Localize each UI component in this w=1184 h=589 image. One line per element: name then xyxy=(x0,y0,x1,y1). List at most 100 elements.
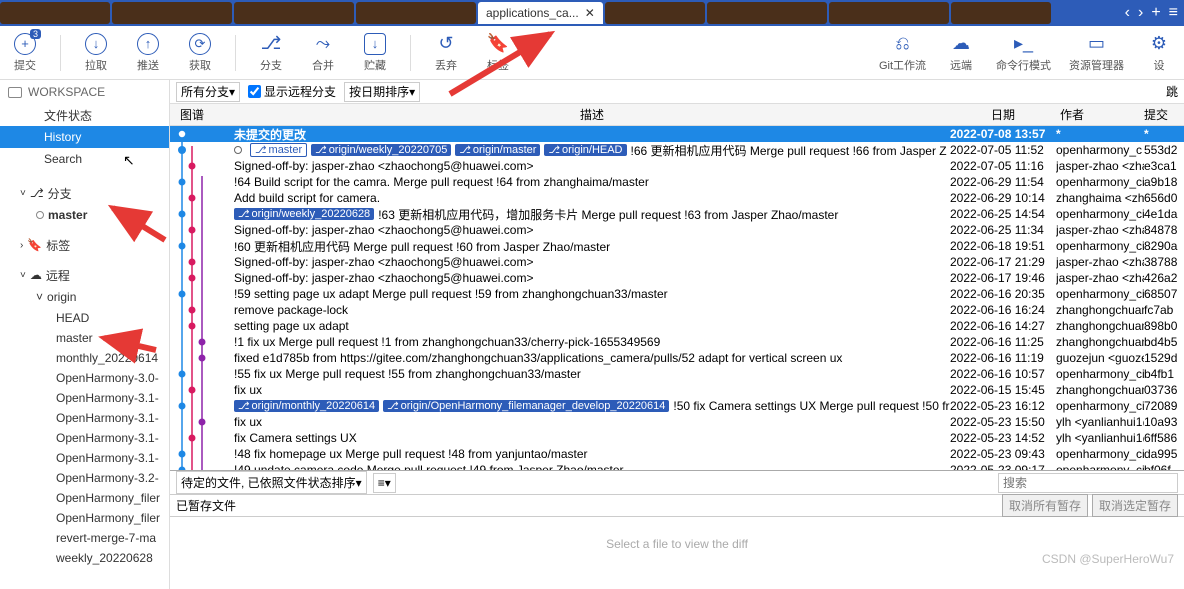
ref-badge[interactable]: ⎇origin/weekly_20220628 xyxy=(234,208,374,220)
sidebar-remote-item[interactable]: OpenHarmony_filer xyxy=(0,508,169,528)
sidebar-remote-item[interactable]: OpenHarmony-3.1- xyxy=(0,428,169,448)
ref-badge[interactable]: ⎇origin/OpenHarmony_filemanager_develop_… xyxy=(383,400,669,412)
jump-button[interactable]: 跳 xyxy=(1166,83,1178,100)
header-date[interactable]: 日期 xyxy=(950,106,1056,123)
tab-redacted[interactable] xyxy=(605,2,705,24)
commit-row[interactable]: ⎇origin/monthly_20220614 ⎇origin/OpenHarm… xyxy=(170,398,1184,414)
tab-redacted[interactable] xyxy=(234,2,354,24)
sidebar-remote-item[interactable]: OpenHarmony-3.1- xyxy=(0,408,169,428)
commit-row[interactable]: !60 更新相机应用代码 Merge pull request !60 from… xyxy=(170,238,1184,254)
chevron-down-icon: ▾ xyxy=(409,85,415,99)
sidebar-tags[interactable]: ›🔖标签 xyxy=(0,234,169,256)
commit-row[interactable]: fixed e1d785b from https://gitee.com/zha… xyxy=(170,350,1184,366)
close-icon[interactable]: ✕ xyxy=(585,6,595,20)
tab-redacted[interactable] xyxy=(829,2,949,24)
commit-row[interactable]: !48 fix homepage ux Merge pull request !… xyxy=(170,446,1184,462)
tab-add-icon[interactable]: + xyxy=(1151,4,1160,22)
discard-button[interactable]: ↺丢弃 xyxy=(429,33,463,73)
commit-row[interactable]: Signed-off-by: jasper-zhao <zhaochong5@h… xyxy=(170,222,1184,238)
branch-button[interactable]: ⎇分支 xyxy=(254,33,288,73)
commit-row[interactable]: Signed-off-by: jasper-zhao <zhaochong5@h… xyxy=(170,254,1184,270)
commit-row[interactable]: fix ux2022-06-15 15:45zhanghongchuan0373… xyxy=(170,382,1184,398)
commit-row[interactable]: remove package-lock2022-06-16 16:24zhang… xyxy=(170,302,1184,318)
sidebar-remote-item[interactable]: OpenHarmony_filer xyxy=(0,488,169,508)
fetch-button[interactable]: ⟳获取 xyxy=(183,33,217,73)
commit-row[interactable]: Add build script for camera.2022-06-29 1… xyxy=(170,190,1184,206)
sidebar-remotes[interactable]: ˅☁远程 xyxy=(0,264,169,286)
ref-badge[interactable]: ⎇origin/monthly_20220614 xyxy=(234,400,379,412)
tab-menu-icon[interactable]: ≡ xyxy=(1169,4,1178,22)
ref-badge[interactable]: ⎇origin/HEAD xyxy=(544,144,626,156)
commit-row[interactable]: ⎇master ⎇origin/weekly_20220705 ⎇origin/ma… xyxy=(170,142,1184,158)
gitflow-button[interactable]: ⎌Git工作流 xyxy=(879,33,926,73)
stash-button[interactable]: ↓贮藏 xyxy=(358,33,392,73)
tab-redacted[interactable] xyxy=(112,2,232,24)
diff-area: Select a file to view the diff CSDN @Sup… xyxy=(170,517,1184,570)
search-input[interactable] xyxy=(998,473,1178,493)
remote-button[interactable]: ☁远端 xyxy=(944,33,978,73)
unstage-all-button[interactable]: 取消所有暂存 xyxy=(1002,494,1088,517)
sidebar-history[interactable]: History xyxy=(0,126,169,148)
commit-row[interactable]: !49 undate camera code Merge pull reques… xyxy=(170,462,1184,470)
chevron-down-icon: ▾ xyxy=(229,85,235,99)
ref-badge[interactable]: ⎇master xyxy=(250,143,307,157)
commit-row[interactable]: Signed-off-by: jasper-zhao <zhaochong5@h… xyxy=(170,270,1184,286)
header-author[interactable]: 作者 xyxy=(1056,106,1144,123)
ref-badge[interactable]: ⎇origin/weekly_20220705 xyxy=(311,144,451,156)
sidebar-search[interactable]: Search xyxy=(0,148,169,170)
commit-row[interactable]: !64 Build script for the camra. Merge pu… xyxy=(170,174,1184,190)
sidebar-remote-origin[interactable]: ˅origin xyxy=(0,286,169,308)
commit-row[interactable]: 未提交的更改2022-07-08 13:57** xyxy=(170,126,1184,142)
commit-button[interactable]: +3 提交 xyxy=(8,33,42,73)
view-mode-dropdown[interactable]: ≡ ▾ xyxy=(373,473,396,493)
sidebar-remote-item[interactable]: revert-merge-7-ma xyxy=(0,528,169,548)
header-desc[interactable]: 描述 xyxy=(234,106,950,123)
commit-row[interactable]: ⎇origin/weekly_20220628!63 更新相机应用代码，增加服务… xyxy=(170,206,1184,222)
gear-icon: ⚙ xyxy=(1148,33,1170,55)
pending-files-dropdown[interactable]: 待定的文件, 已依照文件状态排序 ▾ xyxy=(176,471,367,494)
sidebar-remote-item[interactable]: OpenHarmony-3.1- xyxy=(0,388,169,408)
commit-row[interactable]: fix Camera settings UX2022-05-23 14:52yl… xyxy=(170,430,1184,446)
sidebar-remote-item[interactable]: OpenHarmony-3.1- xyxy=(0,448,169,468)
workspace-header: WORKSPACE xyxy=(0,80,169,104)
tab-prev-icon[interactable]: ‹ xyxy=(1125,4,1130,22)
commit-row[interactable]: !55 fix ux Merge pull request !55 from z… xyxy=(170,366,1184,382)
sidebar-remote-item[interactable]: weekly_20220628 xyxy=(0,548,169,568)
commit-row[interactable]: fix ux2022-05-23 15:50ylh <yanlianhui1@1… xyxy=(170,414,1184,430)
pull-button[interactable]: ↓拉取 xyxy=(79,33,113,73)
settings-button[interactable]: ⚙设 xyxy=(1142,33,1176,73)
commit-row[interactable]: !1 fix ux Merge pull request !1 from zha… xyxy=(170,334,1184,350)
sidebar-remote-item[interactable]: master xyxy=(0,328,169,348)
chevron-right-icon: › xyxy=(20,240,23,251)
tab-redacted[interactable] xyxy=(707,2,827,24)
commit-row[interactable]: Signed-off-by: jasper-zhao <zhaochong5@h… xyxy=(170,158,1184,174)
commit-list[interactable]: 未提交的更改2022-07-08 13:57**⎇master ⎇origin/w… xyxy=(170,126,1184,470)
sidebar-remote-item[interactable]: HEAD xyxy=(0,308,169,328)
push-button[interactable]: ↑推送 xyxy=(131,33,165,73)
sidebar-branch-master[interactable]: master xyxy=(0,204,169,226)
sidebar-remote-item[interactable]: OpenHarmony-3.2- xyxy=(0,468,169,488)
commit-row[interactable]: !59 setting page ux adapt Merge pull req… xyxy=(170,286,1184,302)
tab-redacted[interactable] xyxy=(0,2,110,24)
sort-filter[interactable]: 按日期排序 ▾ xyxy=(344,82,420,102)
merge-button[interactable]: ⤳合并 xyxy=(306,33,340,73)
tag-icon: 🔖 xyxy=(27,238,42,252)
show-remote-checkbox[interactable]: 显示远程分支 xyxy=(248,83,336,100)
sidebar-branches[interactable]: ˅⎇分支 xyxy=(0,182,169,204)
tag-button[interactable]: 🔖标签 xyxy=(481,33,515,73)
tab-redacted[interactable] xyxy=(951,2,1051,24)
branch-filter[interactable]: 所有分支 ▾ xyxy=(176,82,240,102)
explorer-button[interactable]: ▭资源管理器 xyxy=(1069,33,1124,73)
ref-badge[interactable]: ⎇origin/master xyxy=(455,144,540,156)
header-commit[interactable]: 提交 xyxy=(1144,106,1184,123)
sidebar-remote-item[interactable]: OpenHarmony-3.0- xyxy=(0,368,169,388)
tab-redacted[interactable] xyxy=(356,2,476,24)
header-graph[interactable]: 图谱 xyxy=(174,106,234,123)
commit-row[interactable]: setting page ux adapt2022-06-16 14:27zha… xyxy=(170,318,1184,334)
tab-active[interactable]: applications_ca... ✕ xyxy=(478,2,603,24)
sidebar-filestatus[interactable]: 文件状态 xyxy=(0,104,169,126)
unstage-selected-button[interactable]: 取消选定暂存 xyxy=(1092,494,1178,517)
terminal-button[interactable]: ▸_命令行模式 xyxy=(996,33,1051,73)
tab-next-icon[interactable]: › xyxy=(1138,4,1143,22)
sidebar-remote-item[interactable]: monthly_20220614 xyxy=(0,348,169,368)
